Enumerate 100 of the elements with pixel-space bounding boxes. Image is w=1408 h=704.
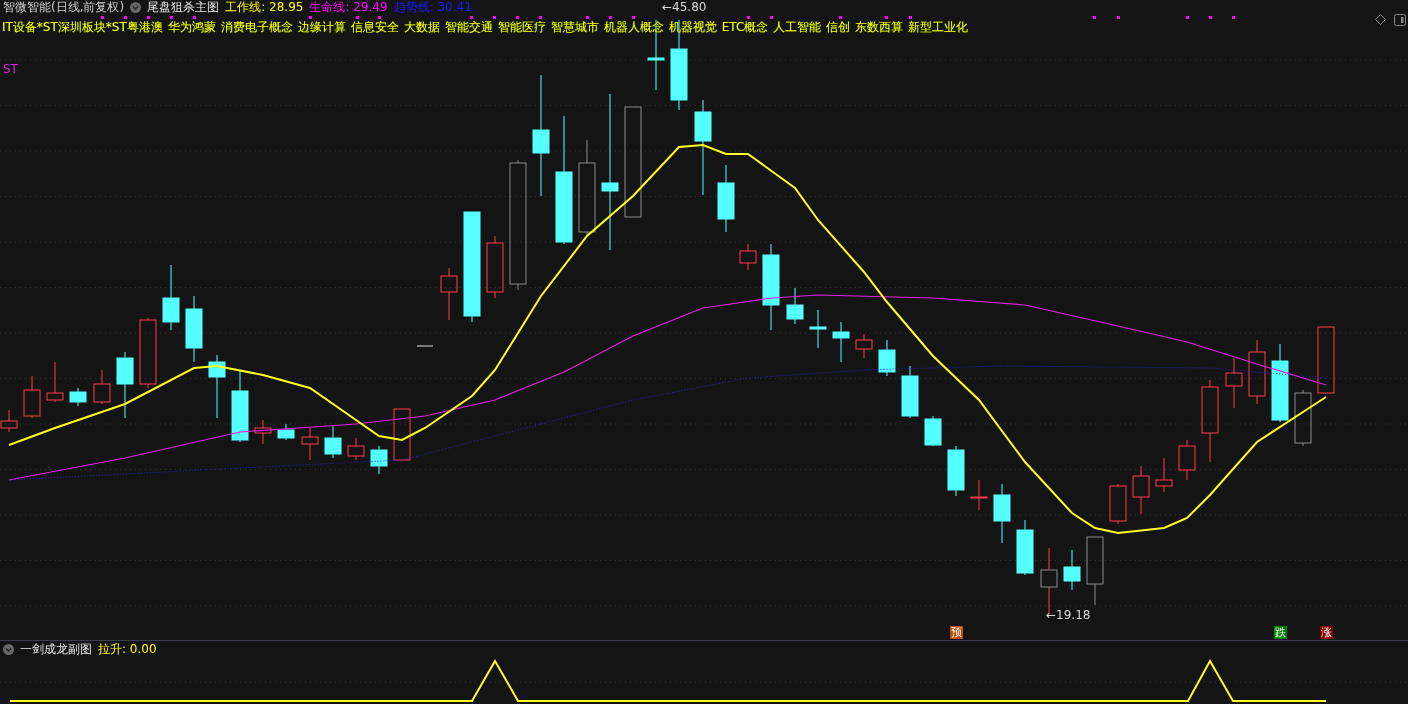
signal-marker bbox=[101, 16, 104, 19]
st-label: ST bbox=[3, 62, 18, 76]
candlestick bbox=[185, 295, 203, 363]
sub-chart-title: 一剑成龙副图 bbox=[20, 643, 92, 656]
candlestick bbox=[1109, 483, 1127, 525]
stock-title: 智微智能(日线,前复权) bbox=[3, 0, 125, 14]
indicator-reading: 趋势线: 30.41 bbox=[393, 0, 472, 14]
price-label: ←45.80 bbox=[662, 0, 707, 14]
signal-marker bbox=[193, 16, 196, 19]
concept-tag: 信息安全 bbox=[350, 19, 399, 36]
concept-tag: 大数据 bbox=[403, 19, 440, 36]
candlestick bbox=[809, 309, 827, 349]
candlestick bbox=[1132, 465, 1150, 515]
candlestick bbox=[301, 427, 319, 461]
candlestick bbox=[1016, 519, 1034, 576]
signal-marker bbox=[124, 16, 127, 19]
signal-marker bbox=[309, 16, 312, 19]
candlestick bbox=[324, 425, 342, 459]
candlestick bbox=[393, 408, 411, 461]
candlestick bbox=[0, 409, 18, 433]
signal-badge: 预 bbox=[950, 626, 963, 639]
concept-tag: 华为鸿蒙 bbox=[167, 19, 216, 36]
concept-tag: 智能医疗 bbox=[497, 19, 546, 36]
concept-tag: 新型工业化 bbox=[908, 19, 969, 36]
candlestick bbox=[162, 264, 180, 331]
concept-tag: 边缘计算 bbox=[297, 19, 346, 36]
indicator-name: 尾盘狙杀主图 bbox=[147, 0, 220, 14]
signal-marker bbox=[909, 16, 912, 19]
candlestick bbox=[139, 317, 157, 389]
diamond-icon[interactable] bbox=[1375, 14, 1386, 25]
panel-toggle-icon[interactable] bbox=[1394, 14, 1406, 26]
concept-tag: 智慧城市 bbox=[550, 19, 599, 36]
candlestick bbox=[924, 415, 942, 447]
candlestick bbox=[1155, 457, 1173, 493]
signal-marker bbox=[586, 16, 589, 19]
concept-tag: 信创 bbox=[826, 19, 851, 36]
signal-marker bbox=[885, 16, 888, 19]
signal-marker bbox=[839, 16, 842, 19]
candlestick bbox=[440, 267, 458, 321]
candlestick bbox=[1178, 439, 1196, 481]
candlestick bbox=[832, 321, 850, 363]
price-dash bbox=[416, 345, 434, 347]
candlestick bbox=[739, 243, 757, 271]
candlestick bbox=[993, 483, 1011, 544]
chevron-down-icon[interactable] bbox=[3, 644, 14, 655]
candlestick bbox=[254, 419, 272, 445]
signal-marker bbox=[1093, 16, 1096, 19]
concept-tag: 消费电子概念 bbox=[220, 19, 293, 36]
signal-marker bbox=[770, 16, 773, 19]
candlestick bbox=[277, 423, 295, 441]
sub-chart-reading: 拉升: 0.00 bbox=[98, 643, 157, 656]
candlestick bbox=[901, 365, 919, 419]
candlestick bbox=[947, 445, 965, 497]
candlestick bbox=[486, 235, 504, 299]
candlestick bbox=[1317, 326, 1335, 394]
concept-tag: 人工智能 bbox=[773, 19, 822, 36]
concept-tag: 机器视觉 bbox=[668, 19, 717, 36]
candlestick bbox=[855, 333, 873, 359]
signal-marker bbox=[1186, 16, 1189, 19]
signal-marker bbox=[516, 16, 519, 19]
signal-marker bbox=[1209, 16, 1212, 19]
candlestick bbox=[1294, 389, 1312, 447]
signal-marker bbox=[1232, 16, 1235, 19]
candlestick bbox=[46, 361, 64, 403]
candlestick bbox=[1248, 339, 1266, 405]
indicator-reading: 生命线: 29.49 bbox=[309, 0, 388, 14]
signal-badge: 涨 bbox=[1320, 626, 1333, 639]
low-price-label: ←19.18 bbox=[1046, 608, 1091, 622]
candlestick bbox=[1225, 357, 1243, 409]
candlestick bbox=[970, 479, 988, 511]
signal-marker bbox=[147, 16, 150, 19]
candlestick bbox=[116, 351, 134, 419]
candlestick bbox=[878, 339, 896, 377]
candlestick bbox=[23, 375, 41, 419]
candlestick bbox=[1063, 549, 1081, 591]
signal-marker bbox=[356, 16, 359, 19]
concept-tag: 东数西算 bbox=[855, 19, 904, 36]
concept-tag: IT设备*ST深圳板块*ST粤港澳 bbox=[2, 19, 163, 36]
candlestick bbox=[1086, 536, 1104, 606]
candlestick bbox=[347, 437, 365, 461]
concept-tag: 智能交通 bbox=[444, 19, 493, 36]
candlestick bbox=[69, 387, 87, 407]
signal-marker bbox=[609, 16, 612, 19]
candlestick bbox=[93, 369, 111, 405]
signal-marker bbox=[747, 16, 750, 19]
signal-marker bbox=[378, 16, 381, 19]
signal-marker bbox=[493, 16, 496, 19]
signal-badge: 跌 bbox=[1274, 626, 1287, 639]
signal-marker bbox=[1117, 16, 1120, 19]
candlestick bbox=[786, 287, 804, 325]
signal-marker bbox=[632, 16, 635, 19]
candlestick bbox=[208, 354, 226, 419]
signal-marker bbox=[170, 16, 173, 19]
candlestick bbox=[717, 164, 735, 233]
signal-marker bbox=[539, 16, 542, 19]
signal-marker bbox=[470, 16, 473, 19]
candlestick bbox=[370, 445, 388, 475]
concept-tag: 机器人概念 bbox=[603, 19, 664, 36]
chevron-down-icon[interactable] bbox=[130, 1, 142, 13]
concept-tag: ETC概念 bbox=[721, 19, 769, 36]
